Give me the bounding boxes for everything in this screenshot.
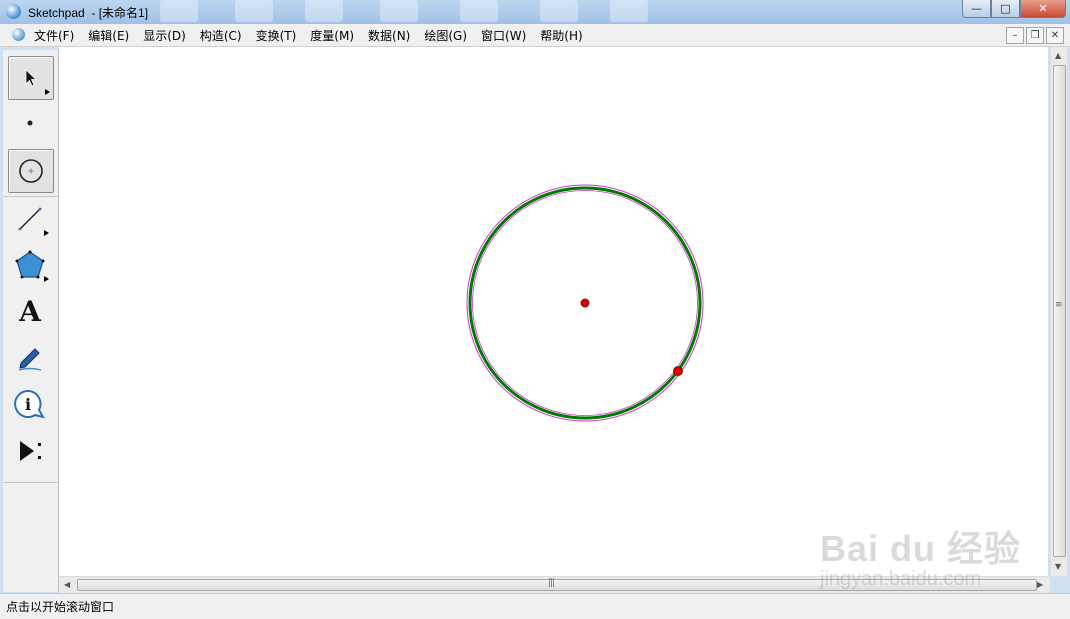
center-point[interactable] [580, 298, 590, 308]
point-icon [27, 120, 33, 126]
taskbar-ghost [460, 0, 498, 22]
watermark: Bai du 经验 jingyan.baidu.com [820, 520, 1021, 591]
taskbar-ghost [160, 0, 198, 22]
submenu-arrow-icon [45, 89, 50, 95]
close-icon: ✕ [1038, 2, 1048, 15]
radius-point[interactable] [673, 366, 683, 376]
grip-icon: ≡ [1055, 300, 1062, 310]
info-icon: i [14, 389, 46, 419]
close-icon: ✕ [1050, 30, 1060, 41]
toolbox-divider [3, 196, 58, 197]
menu-edit[interactable]: 编辑(E) [88, 27, 129, 44]
status-bar: 点击以开始滚动窗口 [0, 593, 1070, 619]
title-bar: Sketchpad - [未命名1] — □ ✕ [0, 0, 1070, 24]
pen-icon [18, 348, 42, 371]
menu-transform[interactable]: 变换(T) [256, 27, 297, 44]
straightedge-tool[interactable] [8, 198, 52, 240]
menu-help[interactable]: 帮助(H) [540, 27, 582, 44]
point-tool[interactable] [8, 102, 52, 144]
doc-minimize-button[interactable]: – [1006, 27, 1024, 44]
doc-restore-button[interactable]: ❐ [1026, 27, 1044, 44]
line-segment-icon [18, 207, 42, 231]
doc-close-button[interactable]: ✕ [1046, 27, 1064, 44]
scroll-up-icon[interactable]: ▲ [1055, 51, 1061, 60]
scroll-right-icon[interactable]: ▶ [1037, 580, 1043, 589]
menu-file[interactable]: 文件(F) [34, 27, 74, 44]
circle-icon [19, 159, 43, 183]
polygon-tool[interactable] [8, 244, 52, 286]
toolbox-divider [3, 482, 58, 483]
window-title: Sketchpad - [未命名1] [28, 6, 149, 20]
vertical-scroll-thumb[interactable]: ≡ [1053, 65, 1066, 557]
pentagon-icon [15, 250, 45, 279]
minimize-icon: – [1012, 30, 1018, 41]
document-icon[interactable] [12, 28, 25, 41]
vertical-scrollbar[interactable]: ▲ ≡ ▼ [1050, 47, 1067, 576]
minimize-icon: — [971, 2, 982, 15]
taskbar-ghost [305, 0, 343, 22]
watermark-logo: Bai du 经验 [820, 528, 1022, 569]
selection-arrow-tool[interactable] [8, 56, 54, 100]
letter-a-icon: A [19, 294, 41, 328]
taskbar-ghost [235, 0, 273, 22]
play-more-icon [20, 441, 41, 461]
menu-bar: 文件(F) 编辑(E) 显示(D) 构造(C) 变换(T) 度量(M) 数据(N… [0, 24, 1070, 47]
maximize-button[interactable]: □ [991, 0, 1020, 18]
submenu-arrow-icon [44, 230, 49, 236]
grip-icon: ||| [548, 578, 555, 588]
status-text: 点击以开始滚动窗口 [6, 600, 115, 614]
text-tool[interactable]: A [8, 290, 52, 332]
information-tool[interactable]: i [8, 383, 52, 425]
menu-measure[interactable]: 度量(M) [310, 27, 354, 44]
menu-graph[interactable]: 绘图(G) [424, 27, 467, 44]
restore-icon: ❐ [1030, 30, 1040, 41]
toolbox: A i [3, 50, 59, 592]
svg-text:i: i [25, 395, 31, 414]
scroll-left-icon[interactable]: ◀ [64, 580, 70, 589]
menu-display[interactable]: 显示(D) [143, 27, 186, 44]
minimize-button[interactable]: — [962, 0, 991, 18]
arrow-cursor-icon [25, 69, 38, 87]
taskbar-ghost [610, 0, 648, 22]
scroll-down-icon[interactable]: ▼ [1055, 562, 1061, 571]
submenu-arrow-icon [44, 276, 49, 282]
marker-tool[interactable] [8, 337, 52, 379]
app-icon[interactable] [6, 4, 21, 19]
taskbar-ghost [380, 0, 418, 22]
taskbar-ghost [540, 0, 578, 22]
compass-tool[interactable] [8, 149, 54, 193]
menu-window[interactable]: 窗口(W) [481, 27, 526, 44]
close-button[interactable]: ✕ [1020, 0, 1066, 18]
maximize-icon: □ [1000, 2, 1011, 15]
menu-data[interactable]: 数据(N) [368, 27, 410, 44]
sketch-canvas[interactable] [59, 47, 1048, 576]
menu-construct[interactable]: 构造(C) [200, 27, 242, 44]
custom-tool[interactable] [8, 430, 52, 472]
construction-drawing [466, 184, 704, 422]
